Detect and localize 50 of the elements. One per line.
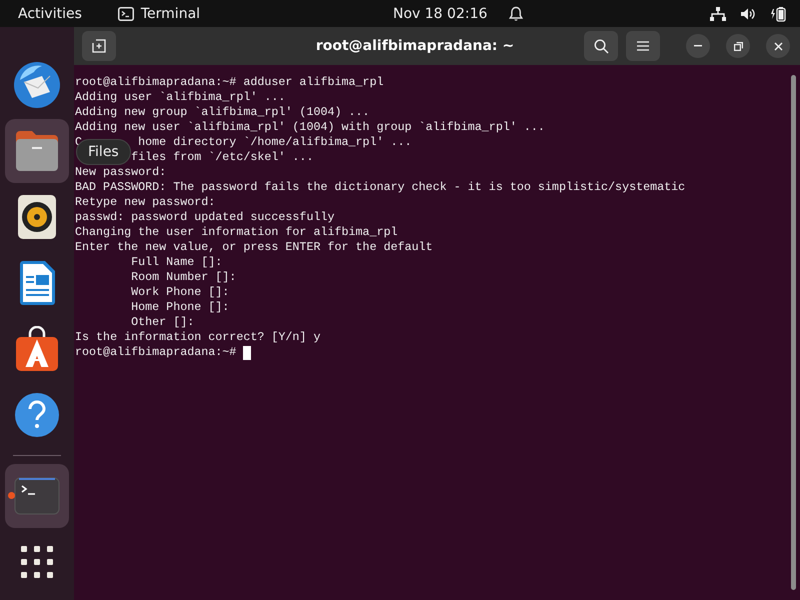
restore-icon <box>734 42 742 50</box>
window-title: root@alifbimapradana: ~ <box>314 38 516 54</box>
terminal-line: New password: <box>75 165 166 180</box>
folder-icon <box>14 129 60 173</box>
terminal-line: BAD PASSWORD: The password fails the dictionary check - it is too simplistic/systematic <box>75 180 686 195</box>
minimize-button[interactable] <box>686 34 710 58</box>
terminal-line: Home Phone []: <box>131 300 230 315</box>
activities-button[interactable]: Activities <box>18 6 82 22</box>
terminal-line: Room Number []: <box>131 270 236 285</box>
app-grid-icon <box>21 546 53 578</box>
search-icon <box>594 38 608 54</box>
volume-icon[interactable] <box>740 6 756 20</box>
bell-icon[interactable] <box>509 6 524 22</box>
shopping-bag-icon <box>15 326 59 372</box>
speaker-icon <box>17 194 57 240</box>
new-tab-icon <box>92 39 106 53</box>
mail-icon <box>12 60 62 110</box>
app-menu-label[interactable]: Terminal <box>140 6 200 22</box>
terminal-icon <box>14 477 60 515</box>
close-icon <box>774 42 782 50</box>
terminal-line: root@alifbimapradana:~# adduser alifbima_rpl <box>75 75 384 90</box>
terminal-line: files from `/etc/skel' ... <box>131 150 314 165</box>
terminal-icon <box>118 6 134 20</box>
terminal-line: Work Phone []: <box>131 285 230 300</box>
menu-button[interactable] <box>626 31 660 61</box>
terminal-line: Retype new password: <box>75 195 216 210</box>
terminal-line: Adding new group `alifbima_rpl' (1004) ... <box>75 105 370 120</box>
close-button[interactable] <box>766 34 790 58</box>
terminal-line: home directory `/home/alifbima_rpl' ... <box>138 135 412 150</box>
terminal-line: Changing the user information for alifbima_rpl <box>75 225 398 240</box>
battery-icon[interactable] <box>770 6 786 22</box>
terminal-line: Enter the new value, or press ENTER for the default <box>75 240 433 255</box>
search-button[interactable] <box>584 31 618 61</box>
menu-icon <box>637 41 649 51</box>
document-icon <box>18 260 56 306</box>
terminal-line: Adding new user `alifbima_rpl' (1004) with group `alifbima_rpl' ... <box>75 120 545 135</box>
new-tab-button[interactable] <box>82 31 116 61</box>
maximize-button[interactable] <box>726 34 750 58</box>
clock[interactable]: Nov 18 02:16 <box>393 6 488 22</box>
terminal-line: Adding user `alifbima_rpl' ... <box>75 90 286 105</box>
terminal-line: root@alifbimapradana:~# <box>75 345 238 360</box>
terminal-line: passwd: password updated successfully <box>75 210 335 225</box>
terminal-line: Full Name []: <box>131 255 222 270</box>
network-icon[interactable] <box>710 6 726 20</box>
scrollbar[interactable] <box>791 75 796 590</box>
minimize-icon <box>694 45 702 47</box>
help-icon <box>14 392 60 438</box>
running-indicator <box>8 492 15 499</box>
terminal-line: Is the information correct? [Y/n] y <box>75 330 320 345</box>
terminal-line: Other []: <box>131 315 194 330</box>
